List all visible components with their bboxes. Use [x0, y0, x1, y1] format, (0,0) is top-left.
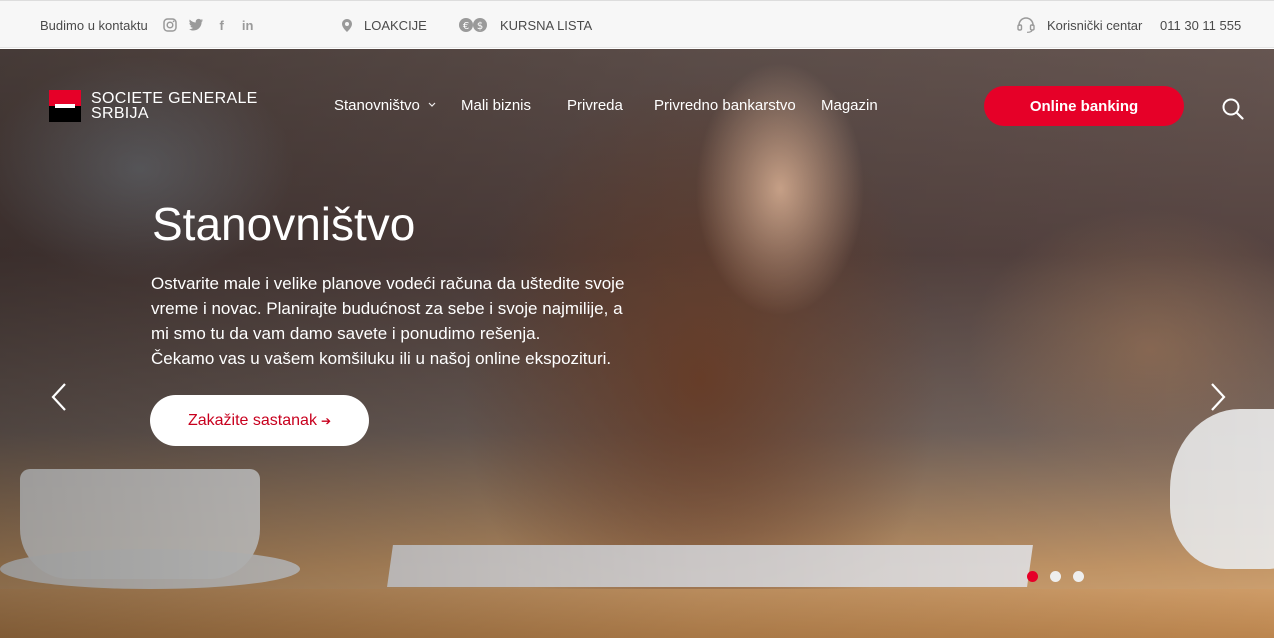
phone-link[interactable]: 011 30 11 555 — [1160, 17, 1241, 33]
locations-label: LOAKCIJE — [364, 17, 427, 33]
twitter-icon[interactable] — [188, 17, 204, 33]
cta-label: Zakažite sastanak — [187, 411, 317, 429]
contact-label: Budimo u kontaktu — [40, 17, 148, 33]
search-icon[interactable] — [1222, 98, 1244, 125]
user-center-link[interactable]: Korisnički centar — [1017, 17, 1142, 33]
nav-item-privredno-bankarstvo[interactable]: Privredno bankarstvo — [654, 97, 796, 114]
logo-line-2: SRBIJA — [91, 105, 149, 122]
carousel-dot-3[interactable] — [1073, 571, 1084, 582]
exchange-rates-label: KURSNA LISTA — [500, 17, 593, 33]
exchange-rates-link[interactable]: € $ KURSNA LISTA — [458, 17, 592, 33]
user-center-label: Korisnički centar — [1047, 17, 1143, 33]
phone-number: 011 30 11 555 — [1160, 17, 1242, 33]
hero-title: Stanovništvo — [152, 198, 416, 250]
carousel-dot-2[interactable] — [1050, 571, 1061, 582]
location-pin-icon — [342, 18, 352, 32]
hero-description: Ostvarite male i velike planove vodeći r… — [151, 271, 641, 371]
carousel-next-button[interactable] — [1208, 382, 1228, 417]
logo-text: SOCIETE GENERALE SRBIJA — [91, 90, 258, 122]
hero-text-line: vreme i novac. Planirajte budućnost za s… — [151, 299, 623, 318]
hero-text-line: Čekamo vas u vašem komšiluku ili u našoj… — [151, 349, 612, 368]
carousel-indicators — [1027, 571, 1084, 582]
nav-item-label: Stanovništvo — [334, 97, 420, 114]
instagram-icon[interactable] — [162, 17, 178, 33]
arrow-right-icon: ➔ — [320, 413, 331, 428]
headset-icon — [1017, 17, 1035, 33]
locations-link[interactable]: LOAKCIJE — [342, 17, 427, 33]
nav-item-stanovnistvo[interactable]: Stanovništvo — [334, 97, 436, 114]
nav-item-label: Magazin — [821, 97, 878, 114]
chevron-left-icon — [51, 383, 66, 411]
hero-banner: SOCIETE GENERALE SRBIJA Stanovništvo Mal… — [0, 49, 1274, 638]
chevron-right-icon — [1211, 383, 1226, 411]
facebook-icon[interactable]: f — [214, 17, 230, 33]
chevron-down-icon — [428, 100, 436, 111]
contact-group: Budimo u kontaktu f in — [40, 17, 256, 33]
hero-text-line: mi smo tu da vam damo savete i ponudimo … — [151, 324, 541, 343]
logo-line-1: SOCIETE GENERALE — [91, 90, 258, 107]
nav-item-magazin[interactable]: Magazin — [821, 97, 878, 114]
social-links: f in — [162, 17, 256, 33]
linkedin-icon[interactable]: in — [240, 17, 256, 33]
schedule-meeting-button[interactable]: Zakažite sastanak ➔ — [150, 395, 369, 446]
currency-icon: € $ — [458, 17, 488, 33]
logo-mark-icon — [49, 90, 81, 122]
nav-item-mali-biznis[interactable]: Mali biznis — [461, 97, 531, 114]
nav-item-label: Privredno bankarstvo — [654, 97, 796, 114]
online-banking-button[interactable]: Online banking — [984, 86, 1184, 126]
nav-item-label: Mali biznis — [461, 97, 532, 114]
top-bar: Budimo u kontaktu f in LOAKCIJE € $ KURS… — [0, 0, 1274, 48]
hero-text-line: Ostvarite male i velike planove vodeći r… — [151, 274, 625, 293]
carousel-prev-button[interactable] — [49, 382, 69, 417]
carousel-dot-1[interactable] — [1027, 571, 1038, 582]
site-logo[interactable]: SOCIETE GENERALE SRBIJA — [49, 90, 258, 122]
nav-item-label: Privreda — [567, 97, 623, 114]
euro-glyph: € — [463, 21, 469, 32]
dollar-glyph: $ — [477, 21, 483, 32]
nav-item-privreda[interactable]: Privreda — [567, 97, 623, 114]
